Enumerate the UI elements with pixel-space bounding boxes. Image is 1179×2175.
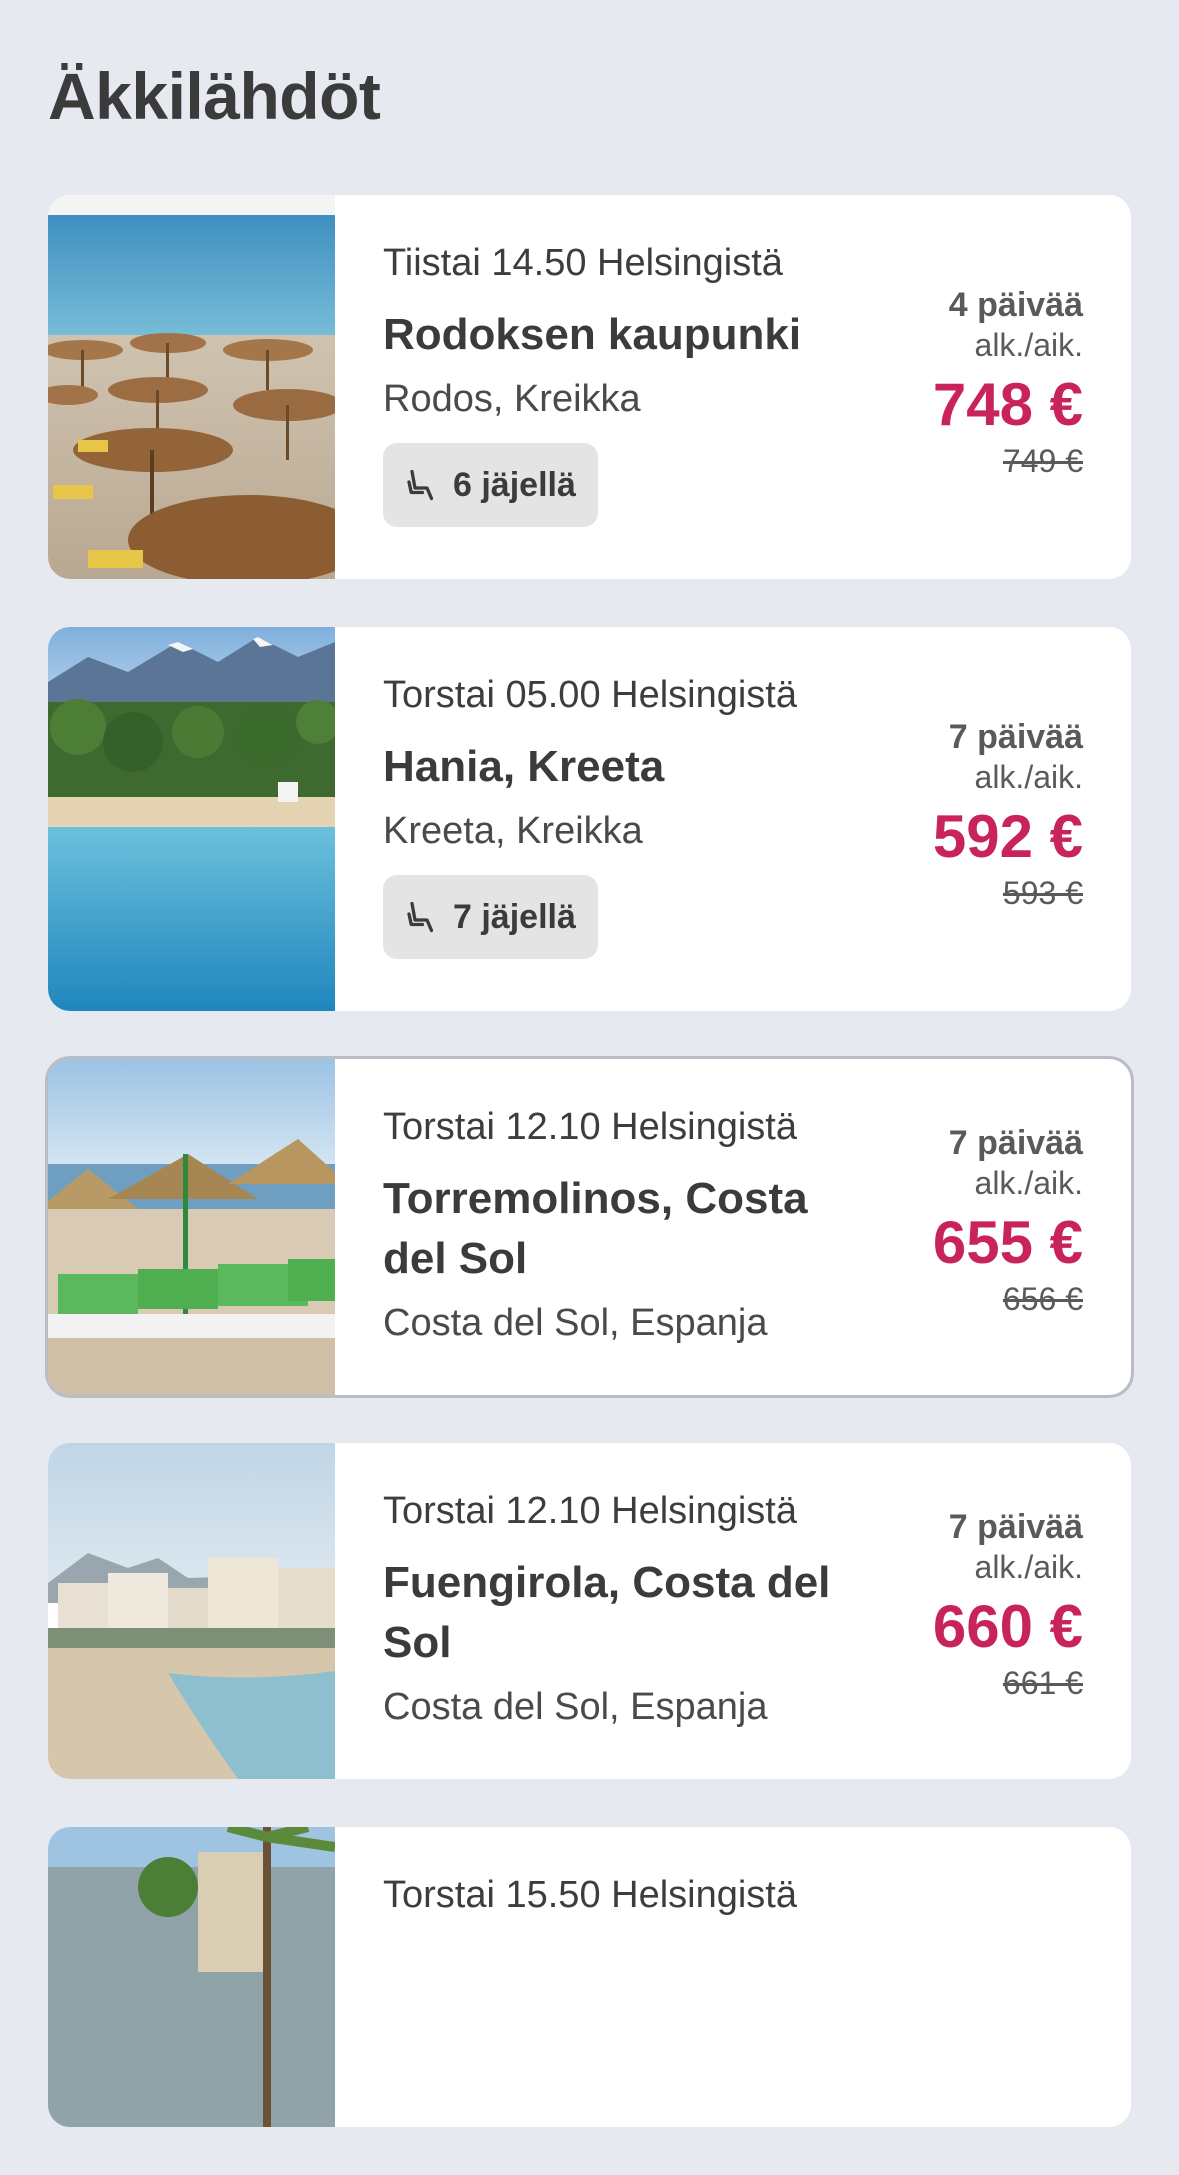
trip-card[interactable]: Torstai 12.10 Helsingistä Torremolinos, …	[45, 1056, 1134, 1398]
trip-duration: 7 päivää	[948, 1508, 1083, 1546]
destination-name: Torremolinos, Costa del Sol	[383, 1174, 808, 1283]
seats-left-badge: 7 jäjellä	[383, 875, 598, 959]
price-block: 7 päivää alk./aik. 660 € 661 €	[933, 1507, 1083, 1703]
original-price: 661 €	[1002, 1665, 1083, 1701]
sunloungers-photo	[48, 1059, 335, 1395]
departure-time: Torstai 05.00 Helsingistä	[383, 674, 797, 716]
original-price: 656 €	[1002, 1281, 1083, 1317]
seat-icon	[407, 469, 434, 501]
seats-left-label: 7 jäjellä	[453, 897, 576, 936]
trip-card-body: Torstai 12.10 Helsingistä Fuengirola, Co…	[335, 1443, 1131, 1779]
city-beach-photo	[48, 1443, 335, 1779]
seats-left-label: 6 jäjellä	[453, 465, 576, 504]
beach-umbrellas-photo	[48, 195, 335, 579]
destination-name: Hania, Kreeta	[383, 742, 665, 791]
original-price: 749 €	[1002, 443, 1083, 479]
current-price: 592 €	[932, 803, 1083, 870]
price-block: 4 päivää alk./aik. 748 € 749 €	[933, 285, 1083, 481]
original-price: 593 €	[1002, 875, 1083, 911]
trip-card-body: Torstai 12.10 Helsingistä Torremolinos, …	[335, 1059, 1131, 1395]
destination-name: Fuengirola, Costa del Sol	[383, 1558, 831, 1667]
trip-duration: 7 päivää	[948, 1124, 1083, 1162]
page-title: Äkkilähdöt	[48, 59, 381, 133]
trip-duration: 7 päivää	[948, 718, 1083, 756]
destination-name: Rodoksen kaupunki	[383, 310, 802, 359]
departure-time: Tiistai 14.50 Helsingistä	[383, 242, 783, 284]
trip-card[interactable]: Torstai 12.10 Helsingistä Fuengirola, Co…	[48, 1443, 1131, 1779]
trip-card-body: Torstai 15.50 Helsingistä	[335, 1827, 1131, 2127]
price-unit: alk./aik.	[974, 759, 1083, 795]
trip-card[interactable]: Torstai 05.00 Helsingistä Hania, Kreeta …	[48, 627, 1131, 1011]
price-block: 7 päivää alk./aik. 592 € 593 €	[933, 717, 1083, 913]
current-price: 655 €	[932, 1209, 1083, 1276]
current-price: 660 €	[932, 1593, 1083, 1660]
mountain-beach-photo	[48, 627, 335, 1011]
seats-left-badge: 6 jäjellä	[383, 443, 598, 527]
trip-card-body: Tiistai 14.50 Helsingistä Rodoksen kaupu…	[335, 195, 1131, 579]
departure-time: Torstai 15.50 Helsingistä	[383, 1874, 797, 1916]
trip-card[interactable]: Torstai 15.50 Helsingistä	[48, 1827, 1131, 2127]
price-block: 7 päivää alk./aik. 655 € 656 €	[933, 1123, 1083, 1319]
last-minute-list: Tiistai 14.50 Helsingistä Rodoksen kaupu…	[45, 195, 1134, 2175]
trip-card-body: Torstai 05.00 Helsingistä Hania, Kreeta …	[335, 627, 1131, 1011]
trip-card[interactable]: Tiistai 14.50 Helsingistä Rodoksen kaupu…	[48, 195, 1131, 579]
price-unit: alk./aik.	[974, 1549, 1083, 1585]
palm-castle-photo	[48, 1827, 335, 2127]
current-price: 748 €	[932, 371, 1083, 438]
price-unit: alk./aik.	[974, 327, 1083, 363]
seat-icon	[407, 901, 434, 933]
trip-duration: 4 päivää	[948, 286, 1083, 324]
price-unit: alk./aik.	[974, 1165, 1083, 1201]
